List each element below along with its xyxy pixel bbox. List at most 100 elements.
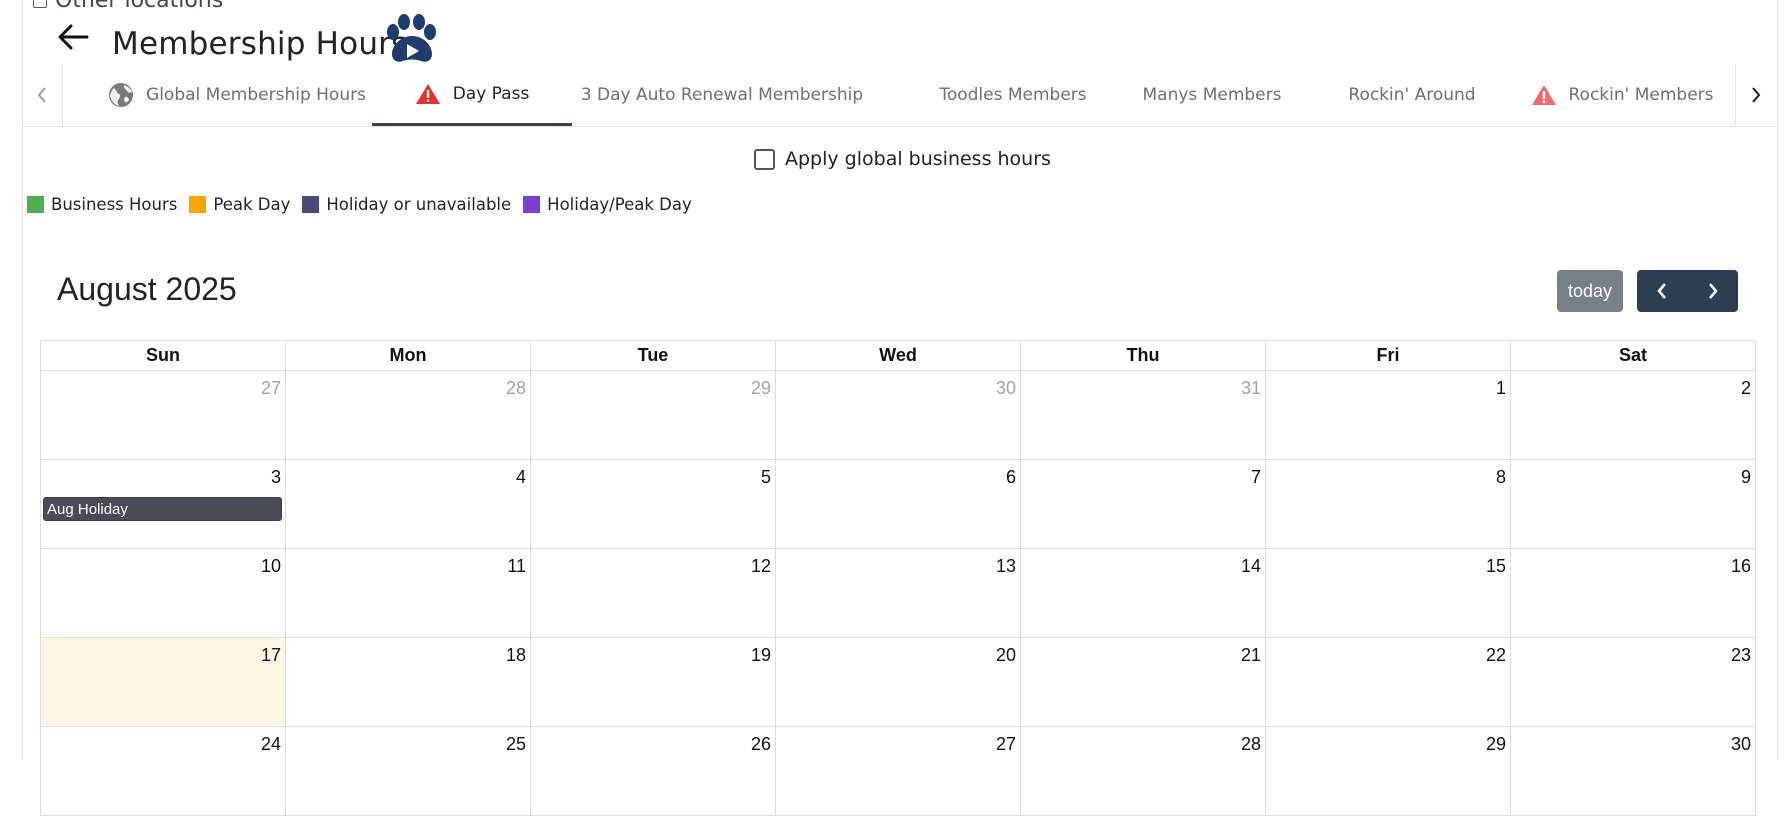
day-number: 5 [760,467,771,487]
day-number: 18 [505,645,526,665]
warning-icon [1531,84,1557,106]
day-cell[interactable]: 19 [530,637,776,727]
weekday-header-row: Sun Mon Tue Wed Thu Fri Sat [40,340,1756,371]
day-cell[interactable]: 1 [1265,370,1511,460]
day-number: 17 [260,645,281,665]
tabs-scroll-left-icon[interactable] [22,64,63,126]
day-cell[interactable]: 29 [1265,726,1511,816]
day-cell[interactable]: 27 [775,726,1021,816]
day-cell[interactable]: 26 [530,726,776,816]
day-cell[interactable]: 5 [530,459,776,549]
apply-global-hours-label: Apply global business hours [785,148,1051,170]
tab-rockin-members[interactable]: Rockin' Members [1522,64,1722,126]
legend-label: Holiday/Peak Day [547,195,692,214]
day-cell[interactable]: 28 [285,370,531,460]
calendar-week-row: 27 28 29 30 31 1 2 [40,370,1756,460]
calendar-week-row: 17 18 19 20 21 22 23 [40,637,1756,727]
day-number: 16 [1730,556,1751,576]
day-cell[interactable]: 23 [1510,637,1756,727]
day-number: 25 [505,734,526,754]
day-number: 12 [750,556,771,576]
tab-label: Rockin' Around [1348,85,1476,105]
apply-global-hours-checkbox[interactable] [754,148,775,170]
tab-manys-members[interactable]: Manys Members [1122,64,1302,126]
page-title: Membership Hours [112,26,408,62]
tab-day-pass[interactable]: Day Pass [372,64,572,126]
day-number: 21 [1240,645,1261,665]
tab-label: Day Pass [452,83,530,104]
legend-swatch [523,196,541,213]
tab-global-membership-hours[interactable]: Global Membership Hours [92,64,382,126]
weekday-header: Wed [775,340,1021,371]
legend: Business Hours Peak Day Holiday or unava… [27,195,704,214]
day-number: 28 [1240,734,1261,754]
day-cell[interactable]: 29 [530,370,776,460]
tab-bar: Global Membership Hours Day Pass 3 Day A… [22,64,1776,127]
other-locations-checkbox[interactable] [33,0,47,8]
apply-global-hours-option[interactable]: Apply global business hours [754,148,1051,170]
legend-swatch [189,196,207,213]
day-cell[interactable]: 12 [530,548,776,638]
tab-label: Rockin' Members [1568,85,1714,105]
day-cell[interactable]: 13 [775,548,1021,638]
event-aug-holiday[interactable]: Aug Holiday [43,497,282,521]
day-cell-today[interactable]: 17 [40,637,286,727]
prev-month-button[interactable] [1637,270,1688,312]
day-cell[interactable]: 20 [775,637,1021,727]
day-number: 27 [260,378,281,398]
next-month-button[interactable] [1688,270,1739,312]
other-locations-label: Other locations [55,0,224,13]
day-number: 22 [1485,645,1506,665]
legend-item-peak-day: Peak Day [189,195,290,214]
day-cell[interactable]: 28 [1020,726,1266,816]
day-cell[interactable]: 30 [1510,726,1756,816]
tab-label: 3 Day Auto Renewal Membership [580,85,864,105]
weekday-header: Mon [285,340,531,371]
day-number: 31 [1240,378,1261,398]
tab-3-day-auto-renewal-membership[interactable]: 3 Day Auto Renewal Membership [572,64,872,126]
tab-toodles-members[interactable]: Toodles Members [922,64,1104,126]
day-cell[interactable]: 11 [285,548,531,638]
day-cell[interactable]: 22 [1265,637,1511,727]
tab-rockin-around[interactable]: Rockin' Around [1322,64,1502,126]
day-cell[interactable]: 18 [285,637,531,727]
day-cell[interactable]: 7 [1020,459,1266,549]
back-arrow-icon[interactable] [55,22,91,52]
day-number: 20 [995,645,1016,665]
calendar-week-row: 24 25 26 27 28 29 30 [40,726,1756,816]
day-cell[interactable]: 8 [1265,459,1511,549]
calendar-nav-group [1637,270,1738,312]
day-cell[interactable]: 21 [1020,637,1266,727]
day-number: 30 [995,378,1016,398]
legend-swatch [27,196,44,213]
weekday-header: Tue [530,340,776,371]
day-cell[interactable]: 24 [40,726,286,816]
weekday-header: Sun [40,340,286,371]
day-cell[interactable]: 4 [285,459,531,549]
day-number: 14 [1240,556,1261,576]
day-number: 13 [995,556,1016,576]
day-cell[interactable]: 10 [40,548,286,638]
day-cell[interactable]: 9 [1510,459,1756,549]
day-cell[interactable]: 31 [1020,370,1266,460]
day-cell[interactable]: 25 [285,726,531,816]
day-cell[interactable]: 30 [775,370,1021,460]
day-cell[interactable]: 16 [1510,548,1756,638]
day-cell[interactable]: 2 [1510,370,1756,460]
day-cell[interactable]: 27 [40,370,286,460]
day-cell[interactable]: 6 [775,459,1021,549]
paw-play-icon [384,14,440,64]
day-cell[interactable]: 15 [1265,548,1511,638]
tabs-scroll-right-icon[interactable] [1735,64,1776,126]
day-number: 6 [1005,467,1016,487]
day-number: 11 [507,556,526,576]
day-number: 7 [1250,467,1261,487]
tab-label: Manys Members [1142,85,1282,105]
other-locations-option[interactable]: Other locations [33,0,223,13]
day-cell[interactable]: 14 [1020,548,1266,638]
legend-swatch [302,196,320,213]
today-button[interactable]: today [1557,270,1623,312]
legend-item-holiday-unavailable: Holiday or unavailable [302,195,511,214]
day-cell[interactable]: 3 Aug Holiday [40,459,286,549]
warning-icon [415,83,441,105]
